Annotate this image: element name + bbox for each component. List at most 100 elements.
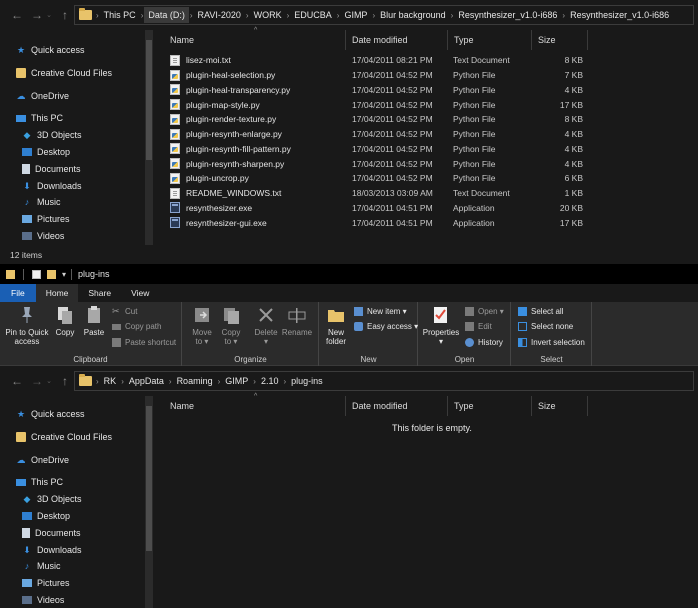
nav-creative-cloud[interactable]: Creative Cloud Files [16, 429, 166, 445]
properties-button[interactable]: Properties ▾ [421, 305, 461, 346]
picture-icon [22, 579, 32, 587]
column-type[interactable]: Type [448, 396, 532, 416]
file-row[interactable]: README_WINDOWS.txt 18/03/2013 03:09 AM Tex… [166, 186, 590, 201]
tab-share[interactable]: Share [78, 284, 121, 302]
chevron-down-icon: ⌄ [46, 378, 52, 385]
chevron-down-icon: ⌄ [46, 12, 52, 19]
tab-home[interactable]: Home [35, 284, 79, 302]
nav-quick-access[interactable]: ★ Quick access [16, 406, 166, 422]
breadcrumb-item[interactable]: 2.10 [257, 376, 283, 386]
breadcrumb-item[interactable]: GIMP [221, 376, 252, 386]
nav-scrollbar[interactable] [145, 396, 153, 608]
breadcrumb-item[interactable]: Data (D:) [144, 7, 189, 23]
nav-quick-access[interactable]: ★ Quick access [16, 42, 166, 58]
column-date-modified[interactable]: Date modified [346, 30, 448, 50]
nav-onedrive[interactable]: ☁ OneDrive [16, 452, 166, 468]
recent-locations-button[interactable]: ⌄ [44, 6, 54, 24]
file-type: Python File [453, 173, 496, 184]
select-all-button[interactable]: Select all [518, 307, 563, 316]
invert-selection-button[interactable]: Invert selection [518, 338, 585, 347]
file-row[interactable]: plugin-uncrop.py 17/04/2011 04:52 PM Pytho… [166, 171, 590, 186]
breadcrumb-item[interactable]: RK [100, 376, 121, 386]
breadcrumb-item[interactable]: WORK [250, 10, 286, 20]
paste-shortcut-button[interactable]: Paste shortcut [112, 338, 176, 347]
edit-button[interactable]: Edit [465, 322, 492, 331]
copy-to-button[interactable]: Copy to ▾ [218, 305, 244, 346]
file-row[interactable]: plugin-map-style.py 17/04/2011 04:52 PM Py… [166, 97, 590, 112]
breadcrumb-item[interactable]: EDUCBA [290, 10, 336, 20]
nav-scrollbar[interactable] [145, 30, 153, 245]
column-date-modified[interactable]: Date modified [346, 396, 448, 416]
file-row[interactable]: plugin-heal-transparency.py 17/04/2011 04… [166, 83, 590, 98]
breadcrumb-item[interactable]: RAVI-2020 [194, 10, 245, 20]
move-to-button[interactable]: Move to ▾ [189, 305, 215, 346]
nav-onedrive[interactable]: ☁ OneDrive [16, 88, 166, 104]
column-size[interactable]: Size [532, 30, 588, 50]
recent-locations-button[interactable]: ⌄ [44, 372, 54, 390]
file-name-cell: plugin-render-texture.py [170, 112, 350, 127]
copy-path-button[interactable]: Copy path [112, 322, 161, 331]
breadcrumb-item[interactable]: GIMP [340, 10, 371, 20]
file-row[interactable]: plugin-render-texture.py 17/04/2011 04:52… [166, 112, 590, 127]
new-item-button[interactable]: New item ▾ [354, 307, 407, 316]
nav-label: Videos [37, 231, 65, 241]
up-button[interactable]: ↑ [56, 6, 74, 24]
scrollbar-thumb[interactable] [146, 40, 152, 160]
up-button[interactable]: ↑ [56, 372, 74, 390]
file-row[interactable]: resynthesizer-gui.exe 17/04/2011 04:51 PM… [166, 215, 590, 230]
pin-quick-access-button[interactable]: Pin to Quick access [4, 305, 50, 346]
new-item-icon [354, 307, 363, 316]
nav-creative-cloud[interactable]: Creative Cloud Files [16, 65, 166, 81]
computer-icon [16, 478, 26, 486]
file-row[interactable]: plugin-resynth-enlarge.py 17/04/2011 04:5… [166, 127, 590, 142]
nav-this-pc[interactable]: This PC [16, 110, 166, 126]
delete-button[interactable]: Delete ▾ [253, 305, 279, 346]
breadcrumb-item[interactable]: Resynthesizer_v1.0-i686 [454, 10, 561, 20]
address-bar[interactable]: › RK › AppData › Roaming › GIMP › 2.10 ›… [74, 371, 694, 391]
breadcrumb-item[interactable]: plug-ins [287, 376, 327, 386]
column-size[interactable]: Size [532, 396, 588, 416]
file-row[interactable]: plugin-resynth-sharpen.py 17/04/2011 04:5… [166, 156, 590, 171]
file-row[interactable]: plugin-resynth-fill-pattern.py 17/04/2011… [166, 142, 590, 157]
file-date: 18/03/2013 03:09 AM [352, 188, 433, 199]
file-type: Python File [453, 114, 496, 125]
breadcrumb-item[interactable]: Blur background [376, 10, 450, 20]
paste-button[interactable]: Paste [81, 305, 107, 337]
breadcrumb-item[interactable]: Roaming [173, 376, 217, 386]
column-name[interactable]: Name [164, 30, 346, 50]
new-folder-icon[interactable] [47, 269, 56, 279]
properties-icon[interactable] [32, 269, 41, 279]
rename-button[interactable]: Rename [281, 305, 313, 337]
open-button[interactable]: Open ▾ [465, 307, 504, 316]
column-name[interactable]: Name [164, 396, 346, 416]
column-header: ^ Name Date modified Type Size [164, 393, 594, 416]
scrollbar-thumb[interactable] [146, 406, 152, 551]
file-row[interactable]: lisez-moi.txt 17/04/2011 08:21 PM Text Doc… [166, 53, 590, 68]
file-row[interactable]: resynthesizer.exe 17/04/2011 04:51 PM Appl… [166, 201, 590, 216]
tab-view[interactable]: View [121, 284, 159, 302]
nav-this-pc[interactable]: This PC [16, 474, 166, 490]
breadcrumb-item[interactable]: Resynthesizer_v1.0-i686 [566, 10, 673, 20]
content-scrollbar[interactable] [144, 236, 152, 244]
copy-button[interactable]: Copy [52, 305, 78, 337]
new-folder-button[interactable]: New folder [322, 305, 350, 346]
breadcrumb-item[interactable]: AppData [125, 376, 168, 386]
file-size: 4 KB [564, 158, 583, 169]
paste-shortcut-label: Paste shortcut [125, 338, 177, 347]
cut-button[interactable]: ✂ Cut [112, 307, 137, 317]
select-none-button[interactable]: Select none [518, 322, 573, 331]
customize-toolbar-icon[interactable]: ▾ [62, 270, 66, 279]
file-row[interactable]: plugin-heal-selection.py 17/04/2011 04:52… [166, 68, 590, 83]
easy-access-button[interactable]: Easy access ▾ [354, 322, 418, 331]
breadcrumb-item[interactable]: This PC [100, 10, 140, 20]
history-button[interactable]: History [465, 338, 503, 347]
back-button[interactable]: ← [8, 6, 26, 24]
nav-label: 3D Objects [37, 494, 82, 504]
pin-icon [22, 307, 32, 323]
tab-file[interactable]: File [0, 284, 36, 302]
file-name: plugin-resynth-enlarge.py [186, 129, 282, 140]
column-type[interactable]: Type [448, 30, 532, 50]
back-button[interactable]: ← [8, 372, 26, 390]
paste-label: Paste [83, 328, 105, 337]
address-bar[interactable]: › This PC › Data (D:) › RAVI-2020 › WORK… [74, 5, 694, 25]
